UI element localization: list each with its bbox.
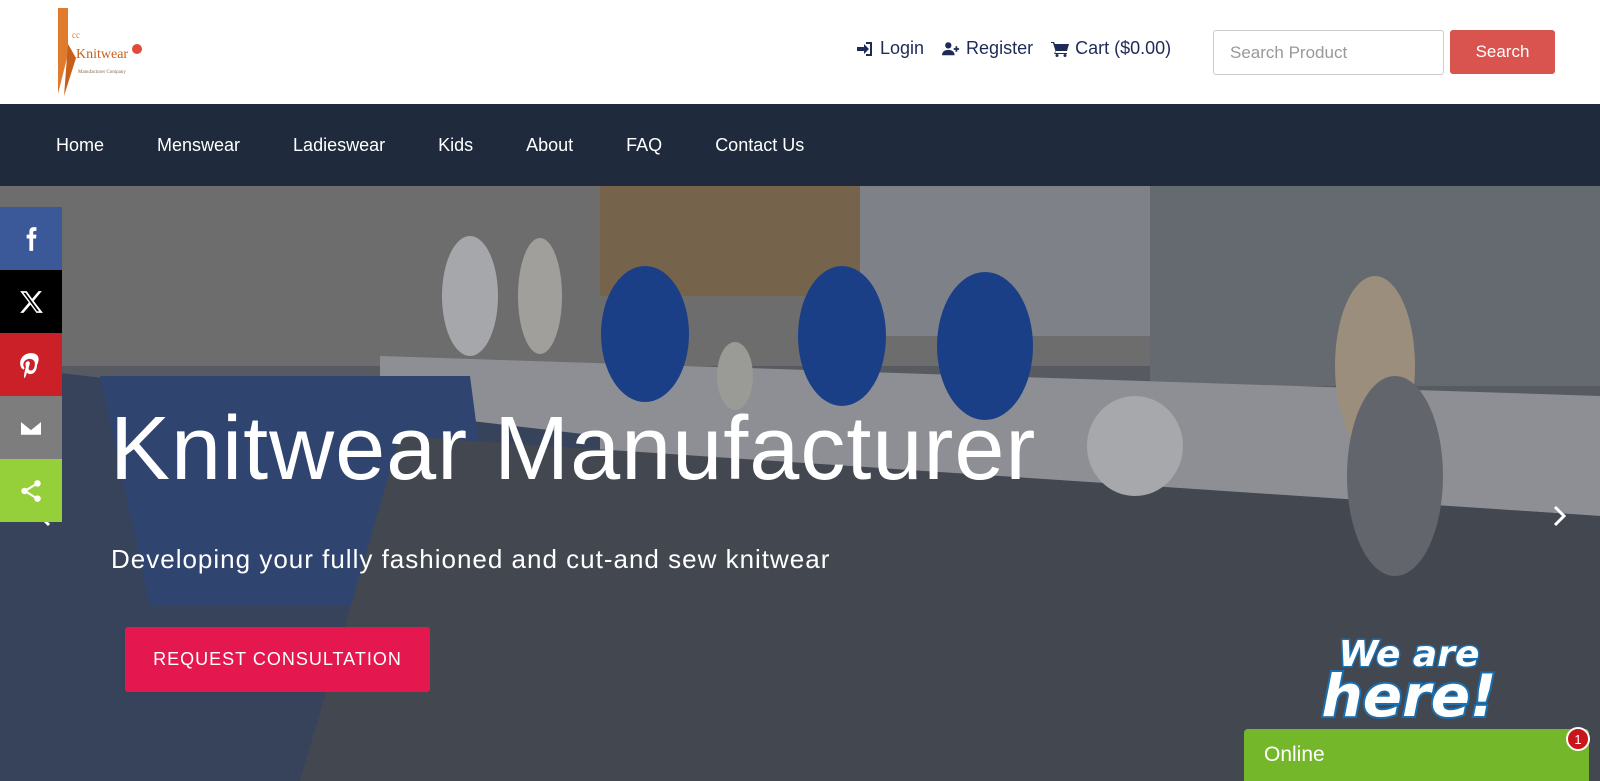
x-share-button[interactable] [0, 270, 62, 333]
hero-title: Knitwear Manufacturer [110, 399, 1037, 499]
social-share-bar [0, 207, 62, 522]
search-button[interactable]: Search [1450, 30, 1555, 74]
register-link[interactable]: Register [942, 38, 1033, 59]
pinterest-share-button[interactable] [0, 333, 62, 396]
cart-icon [1051, 41, 1070, 57]
login-link[interactable]: Login [856, 38, 924, 59]
nav-item-ladieswear[interactable]: Ladieswear [293, 135, 385, 156]
nav-item-kids[interactable]: Kids [438, 135, 473, 156]
nav-item-about[interactable]: About [526, 135, 573, 156]
request-consultation-button[interactable]: REQUEST CONSULTATION [125, 627, 430, 692]
hero-subtitle: Developing your fully fashioned and cut-… [111, 544, 831, 574]
header-links: Login Register Cart ($0.00) [856, 38, 1171, 59]
site-logo[interactable]: cc Knitwear Manufacturer Company [54, 4, 154, 98]
slider-next-arrow[interactable] [1545, 502, 1573, 530]
svg-text:Knitwear: Knitwear [76, 47, 128, 62]
facebook-icon [26, 226, 37, 251]
pinterest-icon [20, 352, 39, 378]
nav-item-home[interactable]: Home [56, 135, 104, 156]
chat-status: Online [1264, 743, 1325, 766]
login-icon [857, 41, 872, 56]
chat-notification-badge: 1 [1566, 727, 1590, 751]
cart-link[interactable]: Cart ($0.00) [1051, 38, 1171, 59]
email-icon [19, 419, 43, 436]
share-button[interactable] [0, 459, 62, 522]
email-share-button[interactable] [0, 396, 62, 459]
search-input[interactable] [1213, 30, 1444, 75]
facebook-share-button[interactable] [0, 207, 62, 270]
svg-text:cc: cc [72, 30, 80, 40]
we-are-here-chat-art[interactable]: We are here! [1314, 628, 1504, 729]
main-nav: Home Menswear Ladieswear Kids About FAQ … [0, 104, 1600, 186]
x-icon [20, 290, 43, 313]
chevron-right-icon [1553, 505, 1567, 527]
share-icon [21, 479, 41, 502]
svg-text:here!: here! [1321, 662, 1496, 728]
svg-text:Manufacturer Company: Manufacturer Company [78, 70, 126, 75]
nav-item-faq[interactable]: FAQ [626, 135, 662, 156]
nav-item-contact[interactable]: Contact Us [715, 135, 804, 156]
nav-item-menswear[interactable]: Menswear [157, 135, 240, 156]
user-plus-icon [942, 41, 960, 55]
chat-widget-bar[interactable]: Online [1244, 729, 1589, 781]
site-header: cc Knitwear Manufacturer Company Login R… [0, 0, 1600, 104]
